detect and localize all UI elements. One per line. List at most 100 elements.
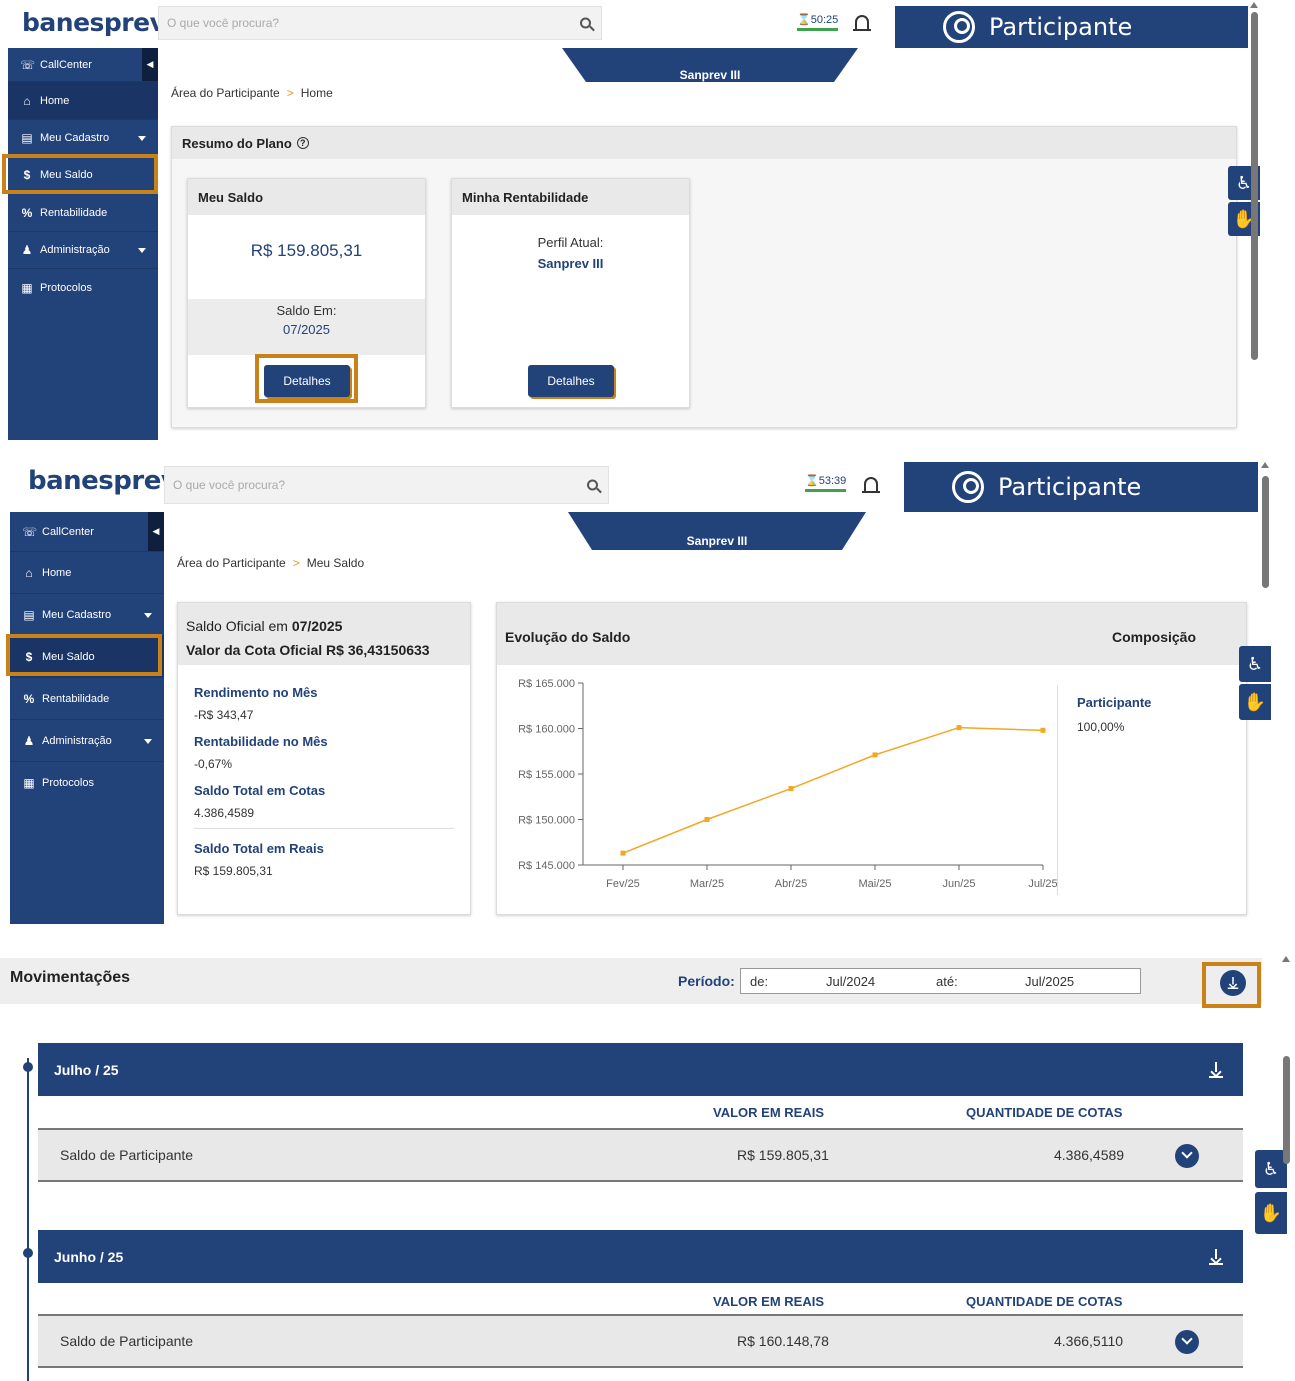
expand-chevron-icon[interactable] <box>1175 1144 1199 1168</box>
saldo-oficial-card: Saldo Oficial em 07/2025 Valor da Cota O… <box>177 602 471 915</box>
scroll-up-icon[interactable] <box>1261 462 1269 468</box>
sidebar-item-meu-cadastro[interactable]: ▤ Meu Cadastro <box>10 594 164 636</box>
x-tick-label: Fev/25 <box>606 878 640 890</box>
data-point <box>788 786 794 792</box>
download-icon[interactable] <box>1209 1248 1223 1265</box>
session-timer: ⌛50:25 <box>797 13 839 31</box>
sidebar-item-rentabilidade[interactable]: % Rentabilidade <box>10 678 164 720</box>
scrollbar[interactable] <box>1251 12 1258 360</box>
meu-saldo-screen: banesprev O que você procura? ⌛53:39 Par… <box>0 458 1295 924</box>
scroll-up-icon[interactable] <box>1250 2 1258 8</box>
sidebar: ☏ CallCenter ◀ ⌂ Home ▤ Meu Cadastro $ Meu Sa… <box>10 512 164 924</box>
scrollbar[interactable] <box>1283 1056 1290 1164</box>
search-icon[interactable] <box>587 479 598 491</box>
saldo-em-date: 07/2025 <box>283 322 330 337</box>
user-banner[interactable]: Participante <box>895 6 1248 48</box>
y-tick-label: R$ 155.000 <box>518 769 575 781</box>
month-header-julho[interactable]: Julho / 25 <box>38 1043 1243 1096</box>
breadcrumb-link[interactable]: Área do Participante <box>171 86 280 100</box>
de-value[interactable]: Jul/2024 <box>826 974 875 989</box>
detalhes-rentabilidade-button[interactable]: Detalhes <box>528 365 614 397</box>
headset-icon: ☏ <box>20 57 36 72</box>
col-header-valor: VALOR EM REAIS <box>713 1105 824 1120</box>
evolucao-header: Evolução do Saldo Composição <box>497 603 1246 665</box>
data-point <box>956 725 962 731</box>
metric-value: -R$ 343,47 <box>194 708 254 722</box>
col-header-valor: VALOR EM REAIS <box>713 1294 824 1309</box>
perfil-label: Perfil Atual: <box>537 235 604 250</box>
composicao-list: Participante 100,00% <box>1077 695 1151 734</box>
highlight-meu-saldo <box>2 154 158 194</box>
periodo-range-input[interactable]: de: Jul/2024 até: Jul/2025 <box>740 968 1141 994</box>
chevron-down-icon <box>138 136 146 141</box>
plan-tab: Sanprev III <box>562 48 858 82</box>
table-row: Saldo de Participante R$ 159.805,31 4.38… <box>38 1128 1243 1182</box>
periodo-label: Período: <box>678 973 735 989</box>
archive-icon: ▦ <box>21 280 33 295</box>
metric-label: Rentabilidade no Mês <box>194 734 328 749</box>
help-icon[interactable]: ? <box>296 137 309 149</box>
bell-icon[interactable] <box>862 477 880 493</box>
collapse-icon[interactable]: ◀ <box>142 48 158 81</box>
metrics-list: Rendimento no Mês -R$ 343,47 Rentabilida… <box>178 665 470 878</box>
sidebar-item-administracao[interactable]: ♟ Administração <box>8 232 158 269</box>
highlight-download <box>1202 962 1261 1008</box>
search-input[interactable]: O que você procura? <box>164 466 609 504</box>
rentabilidade-title: Minha Rentabilidade <box>452 179 689 215</box>
accessibility-icon[interactable]: ♿ <box>1239 646 1271 682</box>
sidebar-item-protocolos[interactable]: ▦ Protocolos <box>10 762 164 804</box>
sidebar-item-rentabilidade[interactable]: % Rentabilidade <box>8 194 158 232</box>
row-valor: R$ 159.805,31 <box>737 1147 829 1163</box>
scrollbar[interactable] <box>1262 476 1269 588</box>
user-banner[interactable]: Participante <box>904 462 1258 512</box>
breadcrumb-current: Home <box>300 86 333 100</box>
y-tick-label: R$ 160.000 <box>518 724 575 736</box>
user-circle-icon <box>952 471 984 503</box>
table-row: Saldo de Participante R$ 160.148,78 4.36… <box>38 1314 1243 1368</box>
search-icon[interactable] <box>580 17 591 29</box>
timeline-dot <box>23 1248 33 1258</box>
chart-divider <box>1057 685 1058 895</box>
sidebar-item-home[interactable]: ⌂ Home <box>8 82 158 120</box>
scroll-up-icon[interactable] <box>1282 956 1290 962</box>
col-header-cotas: QUANTIDADE DE COTAS <box>966 1105 1123 1120</box>
sign-language-icon[interactable]: ✋ <box>1255 1192 1287 1234</box>
month-header-junho[interactable]: Junho / 25 <box>38 1230 1243 1283</box>
row-valor: R$ 160.148,78 <box>737 1333 829 1349</box>
breadcrumb: Área do Participante > Home <box>171 86 333 100</box>
sidebar-item-callcenter[interactable]: ☏ CallCenter ◀ <box>10 512 164 552</box>
download-icon[interactable] <box>1209 1061 1223 1078</box>
users-icon: ♟ <box>23 733 35 748</box>
breadcrumb-link[interactable]: Área do Participante <box>177 556 286 570</box>
sidebar-item-home[interactable]: ⌂ Home <box>10 552 164 594</box>
bell-icon[interactable] <box>853 15 871 31</box>
chevron-down-icon <box>144 738 152 744</box>
x-tick-label: Jun/25 <box>942 878 975 890</box>
de-label: de: <box>750 974 769 989</box>
home-icon: ⌂ <box>25 565 33 580</box>
sidebar-item-callcenter[interactable]: ☏ CallCenter ◀ <box>8 48 158 82</box>
y-tick-label: R$ 145.000 <box>518 860 575 872</box>
expand-chevron-icon[interactable] <box>1175 1330 1199 1354</box>
percent-icon: % <box>23 691 35 706</box>
evolucao-line-chart: R$ 145.000 R$ 150.000 R$ 155.000 R$ 160.000… <box>518 678 1057 890</box>
composicao-value: 100,00% <box>1077 720 1125 734</box>
sidebar-item-administracao[interactable]: ♟ Administração <box>10 720 164 762</box>
banesprev-logo[interactable]: banesprev <box>22 8 180 37</box>
perfil-value: Sanprev III <box>537 256 604 271</box>
user-circle-icon <box>943 11 975 43</box>
chevron-down-icon <box>144 612 152 618</box>
sign-language-icon[interactable]: ✋ <box>1239 684 1271 720</box>
ate-value[interactable]: Jul/2025 <box>1025 974 1074 989</box>
sidebar-item-meu-cadastro[interactable]: ▤ Meu Cadastro <box>8 120 158 157</box>
collapse-icon[interactable]: ◀ <box>148 512 164 551</box>
sidebar-item-protocolos[interactable]: ▦ Protocolos <box>8 269 158 306</box>
col-header-cotas: QUANTIDADE DE COTAS <box>966 1294 1123 1309</box>
session-timer: ⌛53:39 <box>805 474 847 492</box>
metric-value: R$ 159.805,31 <box>194 864 273 878</box>
highlight-meu-saldo <box>6 634 162 676</box>
home-screen: banesprev O que você procura? ⌛50:25 Par… <box>0 0 1295 440</box>
row-description: Saldo de Participante <box>60 1147 194 1163</box>
search-input[interactable]: O que você procura? <box>158 6 602 40</box>
month-label: Julho / 25 <box>54 1061 119 1078</box>
